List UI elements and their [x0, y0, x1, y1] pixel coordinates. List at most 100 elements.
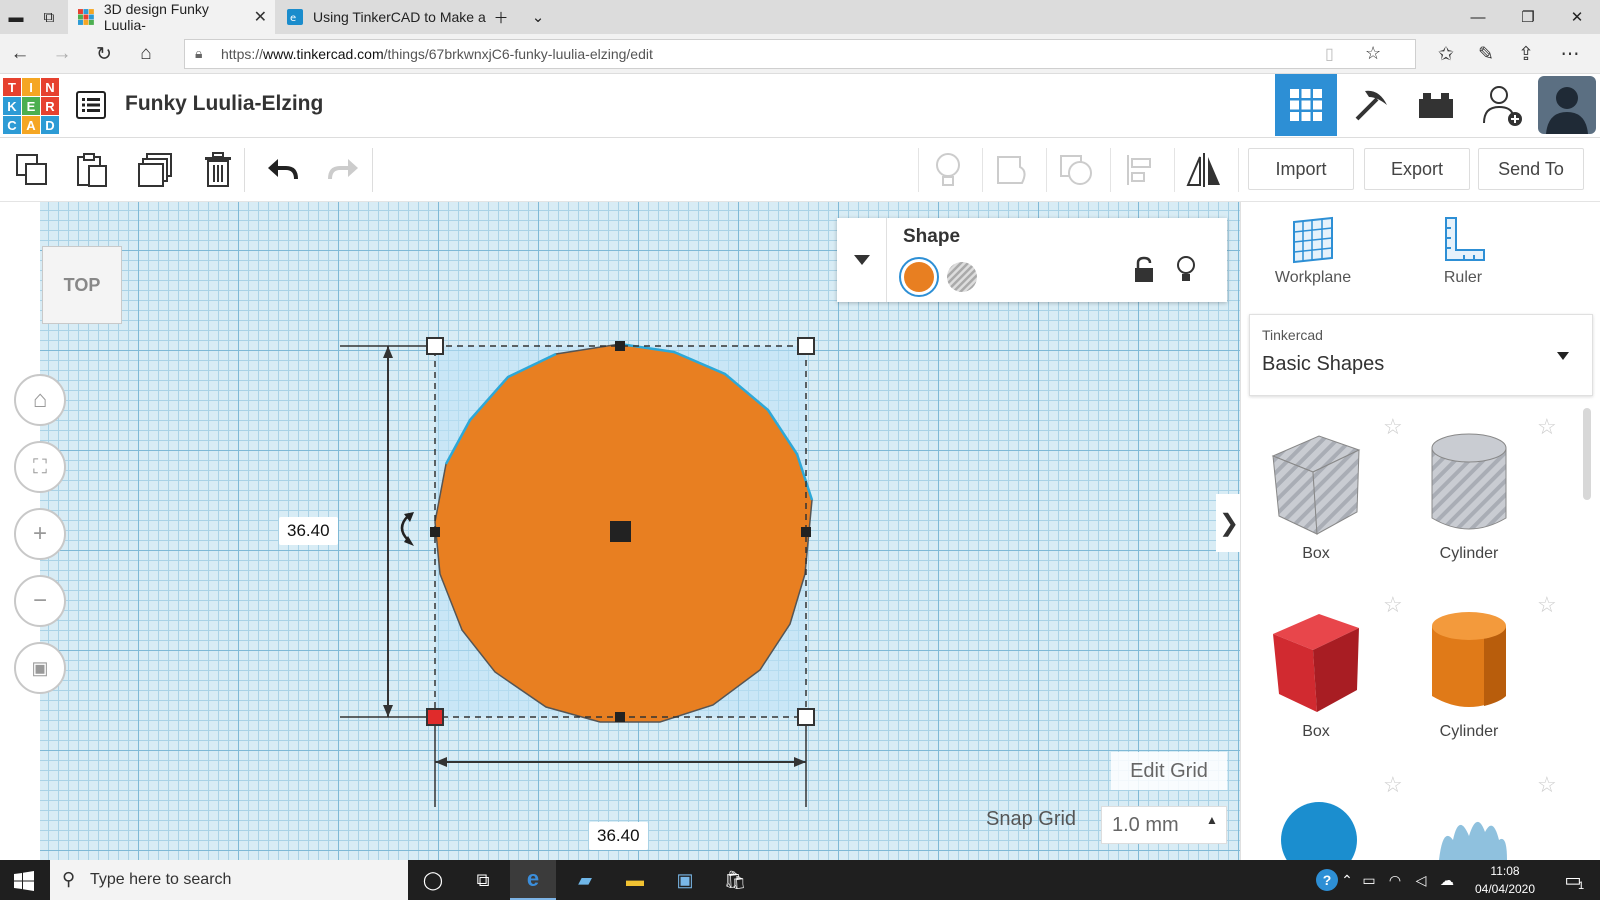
photos-icon[interactable]: ▣: [662, 860, 708, 900]
tab-3d-design[interactable]: 3D design Funky Luulia- ✕: [68, 0, 275, 34]
send-to-button[interactable]: Send To: [1478, 148, 1584, 190]
taskbar-search-input[interactable]: ⚲ Type here to search: [50, 860, 408, 900]
tinkercad-logo[interactable]: T I N K E R C A D: [3, 78, 59, 134]
shape-tile-cylinder-hole[interactable]: Cylinder: [1394, 428, 1544, 563]
favorite-star-icon[interactable]: ☆: [1537, 772, 1557, 798]
share-icon[interactable]: ⇪: [1512, 40, 1540, 68]
design-name[interactable]: Funky Luulia-Elzing: [125, 92, 323, 116]
tab-title: Using TinkerCAD to Make a: [313, 9, 486, 25]
url-prefix: https://: [221, 46, 264, 62]
hide-lightbulb-icon[interactable]: [1175, 254, 1197, 286]
volume-icon[interactable]: ◁: [1408, 860, 1434, 900]
paste-button[interactable]: [68, 146, 116, 194]
window-close-icon[interactable]: ✕: [1554, 0, 1600, 34]
shape-library-select[interactable]: Tinkercad Basic Shapes: [1249, 314, 1593, 396]
refresh-icon[interactable]: ↻: [90, 40, 118, 68]
inspector-collapse-button[interactable]: [837, 218, 887, 302]
panel-scrollbar[interactable]: [1583, 408, 1591, 500]
duplicate-button[interactable]: [132, 146, 180, 194]
ruler-tool[interactable]: Ruler: [1413, 216, 1513, 287]
close-tab-icon[interactable]: ✕: [254, 7, 267, 27]
edge-handle[interactable]: [801, 527, 811, 537]
cortana-icon[interactable]: ◯: [410, 860, 456, 900]
solid-color-button[interactable]: [897, 256, 941, 298]
restore-icon[interactable]: ❐: [1505, 0, 1551, 34]
tab-actions-icon[interactable]: ▬: [0, 0, 32, 34]
shape-tile-box[interactable]: Box: [1241, 606, 1391, 741]
file-explorer-icon[interactable]: ▬: [612, 860, 658, 900]
pen-notes-icon[interactable]: ✎: [1472, 40, 1500, 68]
corner-handle[interactable]: [797, 708, 815, 726]
align-button[interactable]: [1116, 146, 1164, 194]
shape-tile-box-hole[interactable]: Box: [1241, 428, 1391, 563]
favorites-icon[interactable]: ✩: [1432, 40, 1460, 68]
copy-button[interactable]: [8, 146, 56, 194]
height-dimension-label[interactable]: 36.40: [279, 517, 338, 545]
back-icon[interactable]: ←: [6, 40, 34, 68]
3d-design-view-button[interactable]: [1275, 74, 1337, 136]
invite-user-button[interactable]: [1472, 74, 1534, 136]
scribble-shape-icon[interactable]: [1433, 806, 1513, 860]
more-icon[interactable]: ⋯: [1556, 40, 1584, 68]
set-tabs-aside-icon[interactable]: ⧉: [32, 0, 66, 34]
edit-grid-button[interactable]: Edit Grid: [1111, 752, 1227, 790]
cylinder-hole-icon: [1431, 433, 1507, 530]
edge-handle[interactable]: [615, 341, 625, 351]
corner-handle[interactable]: [797, 337, 815, 355]
notes-button[interactable]: [924, 146, 972, 194]
home-icon[interactable]: ⌂: [132, 40, 160, 68]
redo-button[interactable]: [320, 146, 368, 194]
export-button[interactable]: Export: [1364, 148, 1470, 190]
notifications-icon[interactable]: ▭ 1: [1550, 860, 1596, 900]
group-button[interactable]: [988, 146, 1036, 194]
avatar[interactable]: [1537, 74, 1597, 136]
rotate-handle-icon[interactable]: [400, 515, 409, 541]
edge-handle[interactable]: [615, 712, 625, 722]
center-height-handle[interactable]: [610, 521, 631, 542]
app-icon[interactable]: ▰: [562, 860, 608, 900]
import-button[interactable]: Import: [1248, 148, 1354, 190]
windows-start-icon[interactable]: [14, 871, 34, 891]
lego-view-button[interactable]: [1405, 74, 1467, 136]
width-dimension-label[interactable]: 36.40: [589, 822, 648, 850]
favorite-star-icon[interactable]: ☆: [1537, 592, 1557, 618]
duplicate-icon: [138, 153, 172, 187]
lock-icon[interactable]: [1133, 256, 1155, 284]
edge-browser-icon[interactable]: e: [510, 860, 556, 900]
redo-icon: [328, 159, 358, 180]
wifi-icon[interactable]: ◠: [1382, 860, 1408, 900]
workplane-tool[interactable]: Workplane: [1263, 216, 1363, 287]
ungroup-button[interactable]: [1052, 146, 1100, 194]
favorite-star-icon[interactable]: ☆: [1365, 43, 1381, 64]
tab-list-chevron-icon[interactable]: ⌄: [515, 0, 561, 34]
taskbar-clock[interactable]: 11:08 04/04/2020: [1470, 862, 1540, 898]
editor-toolbar: Import Export Send To: [0, 138, 1600, 202]
corner-handle-active[interactable]: [426, 708, 444, 726]
panel-toggle-chevron-icon[interactable]: ❯: [1216, 494, 1240, 552]
task-view-icon[interactable]: ⧉: [460, 860, 506, 900]
tab-using-tinkercad[interactable]: e Using TinkerCAD to Make a: [277, 0, 487, 34]
brick-icon: [1419, 93, 1453, 118]
sphere-shape-icon[interactable]: [1279, 800, 1359, 860]
delete-button[interactable]: [194, 146, 242, 194]
url-field[interactable]: 🔒︎ https://www.tinkercad.com/things/67br…: [184, 39, 1416, 69]
corner-handle[interactable]: [426, 337, 444, 355]
snap-grid-select[interactable]: 1.0 mm ▲: [1101, 806, 1227, 844]
edge-handle[interactable]: [430, 527, 440, 537]
search-placeholder: Type here to search: [90, 871, 232, 888]
shape-tile-cylinder[interactable]: Cylinder: [1394, 606, 1544, 741]
favorite-star-icon[interactable]: ☆: [1383, 772, 1403, 798]
store-icon[interactable]: 🛍︎: [712, 860, 758, 900]
reading-view-icon[interactable]: ▯: [1325, 44, 1334, 64]
hole-button[interactable]: [943, 258, 981, 296]
mirror-button[interactable]: [1180, 146, 1228, 194]
toolbar-divider: [1046, 148, 1047, 192]
network-error-icon[interactable]: ☁︎: [1434, 860, 1460, 900]
favorite-star-icon[interactable]: ☆: [1537, 414, 1557, 440]
battery-icon[interactable]: ▭: [1356, 860, 1382, 900]
undo-button[interactable]: [258, 146, 306, 194]
blocks-view-button[interactable]: [1340, 74, 1402, 136]
minimize-icon[interactable]: —: [1455, 0, 1501, 34]
design-list-icon[interactable]: [76, 91, 106, 119]
forward-icon[interactable]: →: [48, 40, 76, 68]
